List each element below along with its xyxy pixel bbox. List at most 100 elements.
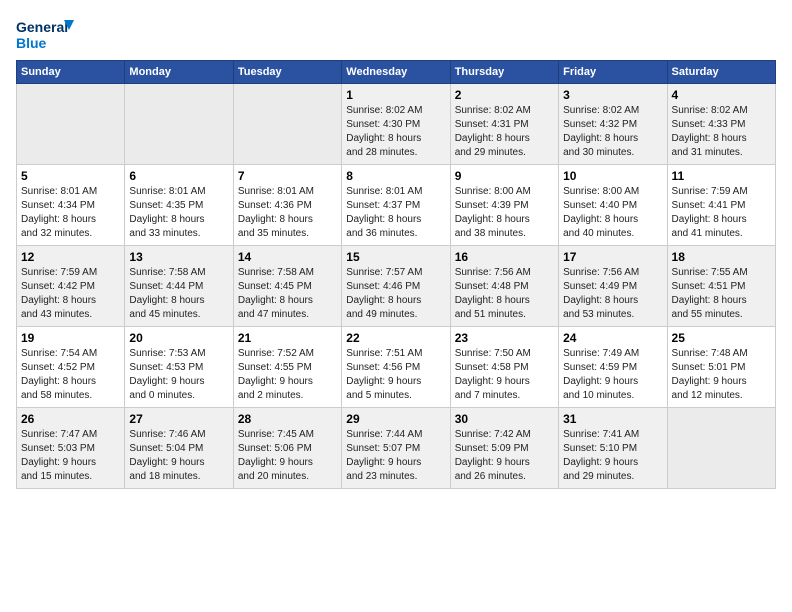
day-info: Sunrise: 8:02 AM Sunset: 4:30 PM Dayligh… bbox=[346, 104, 445, 160]
calendar-cell: 21Sunrise: 7:52 AM Sunset: 4:55 PM Dayli… bbox=[233, 327, 341, 408]
calendar-cell: 7 Sunrise: 8:01 AM Sunset: 4:36 PM Daylig… bbox=[233, 165, 341, 246]
day-info: Sunrise: 7:41 AM Sunset: 5:10 PM Dayligh… bbox=[563, 428, 662, 484]
day-info: Sunrise: 7:46 AM Sunset: 5:04 PM Dayligh… bbox=[129, 428, 228, 484]
calendar-week-row: 19 Sunrise: 7:54 AM Sunset: 4:52 PM Dayli… bbox=[17, 327, 776, 408]
calendar-cell: 9 Sunrise: 8:00 AM Sunset: 4:39 PM Daylig… bbox=[450, 165, 558, 246]
day-info: Sunrise: 7:59 AM Sunset: 4:42 PM Dayligh… bbox=[21, 266, 120, 322]
calendar-cell bbox=[667, 408, 775, 489]
svg-text:General: General bbox=[16, 19, 68, 35]
calendar-cell: 29Sunrise: 7:44 AM Sunset: 5:07 PM Dayli… bbox=[342, 408, 450, 489]
day-number: 3 bbox=[563, 88, 662, 102]
calendar-cell bbox=[17, 84, 125, 165]
weekday-header-saturday: Saturday bbox=[667, 61, 775, 84]
calendar-cell: 6Sunrise: 8:01 AM Sunset: 4:35 PM Daylig… bbox=[125, 165, 233, 246]
weekday-header-sunday: Sunday bbox=[17, 61, 125, 84]
calendar-cell: 10 Sunrise: 8:00 AM Sunset: 4:40 PM Dayli… bbox=[559, 165, 667, 246]
day-info: Sunrise: 7:51 AM Sunset: 4:56 PM Dayligh… bbox=[346, 347, 445, 403]
calendar-week-row: 5 Sunrise: 8:01 AM Sunset: 4:34 PM Daylig… bbox=[17, 165, 776, 246]
day-number: 18 bbox=[672, 250, 771, 264]
day-number: 12 bbox=[21, 250, 120, 264]
day-number: 19 bbox=[21, 331, 120, 345]
day-info: Sunrise: 8:00 AM Sunset: 4:39 PM Dayligh… bbox=[455, 185, 554, 241]
day-info: Sunrise: 7:58 AM Sunset: 4:45 PM Dayligh… bbox=[238, 266, 337, 322]
day-number: 9 bbox=[455, 169, 554, 183]
calendar-cell: 18Sunrise: 7:55 AM Sunset: 4:51 PM Dayli… bbox=[667, 246, 775, 327]
day-number: 28 bbox=[238, 412, 337, 426]
calendar-cell: 15 Sunrise: 7:57 AM Sunset: 4:46 PM Dayli… bbox=[342, 246, 450, 327]
calendar-cell: 28 Sunrise: 7:45 AM Sunset: 5:06 PM Dayli… bbox=[233, 408, 341, 489]
calendar-cell: 16Sunrise: 7:56 AM Sunset: 4:48 PM Dayli… bbox=[450, 246, 558, 327]
day-number: 4 bbox=[672, 88, 771, 102]
calendar-week-row: 1 Sunrise: 8:02 AM Sunset: 4:30 PM Daylig… bbox=[17, 84, 776, 165]
calendar-cell: 5 Sunrise: 8:01 AM Sunset: 4:34 PM Daylig… bbox=[17, 165, 125, 246]
calendar-cell: 8 Sunrise: 8:01 AM Sunset: 4:37 PM Daylig… bbox=[342, 165, 450, 246]
calendar-cell: 24 Sunrise: 7:49 AM Sunset: 4:59 PM Dayli… bbox=[559, 327, 667, 408]
day-info: Sunrise: 8:01 AM Sunset: 4:36 PM Dayligh… bbox=[238, 185, 337, 241]
calendar-cell bbox=[233, 84, 341, 165]
day-info: Sunrise: 8:02 AM Sunset: 4:31 PM Dayligh… bbox=[455, 104, 554, 160]
day-info: Sunrise: 8:02 AM Sunset: 4:33 PM Dayligh… bbox=[672, 104, 771, 160]
day-number: 14 bbox=[238, 250, 337, 264]
day-number: 2 bbox=[455, 88, 554, 102]
day-number: 7 bbox=[238, 169, 337, 183]
calendar-week-row: 26 Sunrise: 7:47 AM Sunset: 5:03 PM Dayli… bbox=[17, 408, 776, 489]
day-number: 26 bbox=[21, 412, 120, 426]
day-number: 23 bbox=[455, 331, 554, 345]
day-info: Sunrise: 7:52 AM Sunset: 4:55 PM Dayligh… bbox=[238, 347, 337, 403]
calendar-cell: 25Sunrise: 7:48 AM Sunset: 5:01 PM Dayli… bbox=[667, 327, 775, 408]
day-info: Sunrise: 7:45 AM Sunset: 5:06 PM Dayligh… bbox=[238, 428, 337, 484]
weekday-header-thursday: Thursday bbox=[450, 61, 558, 84]
calendar-table: SundayMondayTuesdayWednesdayThursdayFrid… bbox=[16, 60, 776, 489]
page-header: GeneralBlue bbox=[16, 16, 776, 52]
day-number: 6 bbox=[129, 169, 228, 183]
calendar-cell: 1 Sunrise: 8:02 AM Sunset: 4:30 PM Daylig… bbox=[342, 84, 450, 165]
day-info: Sunrise: 8:02 AM Sunset: 4:32 PM Dayligh… bbox=[563, 104, 662, 160]
calendar-cell: 22 Sunrise: 7:51 AM Sunset: 4:56 PM Dayli… bbox=[342, 327, 450, 408]
logo: GeneralBlue bbox=[16, 16, 76, 52]
calendar-cell: 31 Sunrise: 7:41 AM Sunset: 5:10 PM Dayli… bbox=[559, 408, 667, 489]
weekday-header-wednesday: Wednesday bbox=[342, 61, 450, 84]
svg-text:Blue: Blue bbox=[16, 35, 47, 51]
day-number: 11 bbox=[672, 169, 771, 183]
day-number: 16 bbox=[455, 250, 554, 264]
day-number: 31 bbox=[563, 412, 662, 426]
weekday-header-row: SundayMondayTuesdayWednesdayThursdayFrid… bbox=[17, 61, 776, 84]
day-info: Sunrise: 7:47 AM Sunset: 5:03 PM Dayligh… bbox=[21, 428, 120, 484]
calendar-cell: 20 Sunrise: 7:53 AM Sunset: 4:53 PM Dayli… bbox=[125, 327, 233, 408]
day-number: 1 bbox=[346, 88, 445, 102]
day-info: Sunrise: 7:58 AM Sunset: 4:44 PM Dayligh… bbox=[129, 266, 228, 322]
day-info: Sunrise: 7:59 AM Sunset: 4:41 PM Dayligh… bbox=[672, 185, 771, 241]
calendar-cell: 4 Sunrise: 8:02 AM Sunset: 4:33 PM Daylig… bbox=[667, 84, 775, 165]
logo-svg: GeneralBlue bbox=[16, 16, 76, 52]
calendar-week-row: 12 Sunrise: 7:59 AM Sunset: 4:42 PM Dayli… bbox=[17, 246, 776, 327]
day-number: 13 bbox=[129, 250, 228, 264]
day-info: Sunrise: 8:00 AM Sunset: 4:40 PM Dayligh… bbox=[563, 185, 662, 241]
day-info: Sunrise: 7:57 AM Sunset: 4:46 PM Dayligh… bbox=[346, 266, 445, 322]
day-info: Sunrise: 7:56 AM Sunset: 4:49 PM Dayligh… bbox=[563, 266, 662, 322]
day-info: Sunrise: 7:48 AM Sunset: 5:01 PM Dayligh… bbox=[672, 347, 771, 403]
day-info: Sunrise: 7:49 AM Sunset: 4:59 PM Dayligh… bbox=[563, 347, 662, 403]
day-info: Sunrise: 7:42 AM Sunset: 5:09 PM Dayligh… bbox=[455, 428, 554, 484]
day-number: 5 bbox=[21, 169, 120, 183]
day-number: 27 bbox=[129, 412, 228, 426]
calendar-cell: 3 Sunrise: 8:02 AM Sunset: 4:32 PM Daylig… bbox=[559, 84, 667, 165]
day-number: 8 bbox=[346, 169, 445, 183]
weekday-header-tuesday: Tuesday bbox=[233, 61, 341, 84]
weekday-header-friday: Friday bbox=[559, 61, 667, 84]
day-number: 24 bbox=[563, 331, 662, 345]
calendar-cell: 26 Sunrise: 7:47 AM Sunset: 5:03 PM Dayli… bbox=[17, 408, 125, 489]
day-info: Sunrise: 8:01 AM Sunset: 4:34 PM Dayligh… bbox=[21, 185, 120, 241]
day-info: Sunrise: 7:50 AM Sunset: 4:58 PM Dayligh… bbox=[455, 347, 554, 403]
day-info: Sunrise: 7:53 AM Sunset: 4:53 PM Dayligh… bbox=[129, 347, 228, 403]
day-number: 29 bbox=[346, 412, 445, 426]
day-info: Sunrise: 7:54 AM Sunset: 4:52 PM Dayligh… bbox=[21, 347, 120, 403]
calendar-cell: 13 Sunrise: 7:58 AM Sunset: 4:44 PM Dayli… bbox=[125, 246, 233, 327]
day-number: 10 bbox=[563, 169, 662, 183]
day-number: 15 bbox=[346, 250, 445, 264]
calendar-cell: 27 Sunrise: 7:46 AM Sunset: 5:04 PM Dayli… bbox=[125, 408, 233, 489]
weekday-header-monday: Monday bbox=[125, 61, 233, 84]
day-number: 20 bbox=[129, 331, 228, 345]
day-number: 22 bbox=[346, 331, 445, 345]
calendar-cell bbox=[125, 84, 233, 165]
day-info: Sunrise: 8:01 AM Sunset: 4:37 PM Dayligh… bbox=[346, 185, 445, 241]
